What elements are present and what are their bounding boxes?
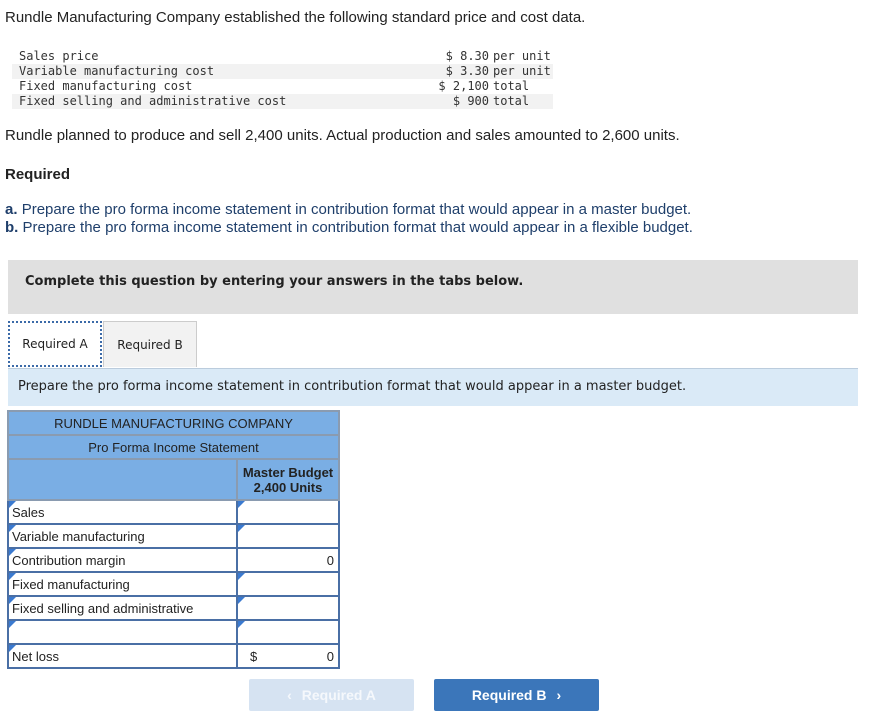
prev-button[interactable]: ‹ Required A [249,679,414,711]
required-parts: a. Prepare the pro forma income statemen… [5,201,693,237]
cost-label: Fixed selling and administrative cost [12,94,362,109]
cost-data-table: Sales price $ 8.30 per unit Variable manuf… [12,49,553,109]
required-heading: Required [5,166,71,183]
row-label-input[interactable]: Sales [7,499,238,525]
row-value-input[interactable] [236,571,340,597]
row-value-input[interactable] [236,619,340,645]
row-value-input[interactable] [236,523,340,549]
table-row: Fixed selling and administrative [7,595,340,621]
row-label-input[interactable]: Fixed selling and administrative [7,595,238,621]
row-label-input[interactable]: Fixed manufacturing [7,571,238,597]
blank-header [7,458,238,501]
cost-row: Sales price $ 8.30 per unit [12,49,553,64]
instruction-bar: Prepare the pro forma income statement i… [8,368,858,406]
tab-required-b[interactable]: Required B [103,321,197,367]
income-statement-table: RUNDLE MANUFACTURING COMPANY Pro Forma I… [7,410,340,669]
part-a: a. Prepare the pro forma income statemen… [5,201,692,218]
next-button[interactable]: Required B › [434,679,599,711]
cost-label: Fixed manufacturing cost [19,79,193,93]
row-label-input[interactable] [7,619,238,645]
part-b: b. Prepare the pro forma income statemen… [5,219,693,236]
row-value-input[interactable] [236,499,340,525]
cost-row: Variable manufacturing cost $ 3.30 per uni… [12,64,553,79]
column-header: Master Budget 2,400 Units [236,458,340,501]
currency-symbol: $ [250,649,258,664]
chevron-right-icon: › [556,687,562,703]
row-label-input[interactable]: Variable manufacturing [7,523,238,549]
row-value-input[interactable] [236,595,340,621]
intro-text: Rundle Manufacturing Company established… [5,9,586,26]
row-label-input[interactable]: Contribution margin [7,547,238,573]
cost-unit: total [493,79,530,93]
cost-unit: total [489,94,553,109]
tab-required-a[interactable]: Required A [8,321,102,367]
table-row [7,619,340,645]
row-label-input[interactable]: Net loss [7,643,238,669]
cost-unit: per unit [489,64,553,79]
statement-title: Pro Forma Income Statement [7,434,340,460]
net-value: $0 [236,643,340,669]
table-row: Contribution margin 0 [7,547,340,573]
cost-unit: per unit [493,49,551,63]
table-row: Sales [7,499,340,525]
table-row: Fixed manufacturing [7,571,340,597]
cost-amount: $ 3.30 [362,64,489,79]
cost-row: Fixed selling and administrative cost $ 9… [12,94,553,109]
plan-text: Rundle planned to produce and sell 2,400… [5,127,680,144]
cost-label: Sales price [19,49,99,63]
complete-banner: Complete this question by entering your … [8,260,858,314]
table-row: Variable manufacturing [7,523,340,549]
cost-row: Fixed manufacturing cost $ 2,100 total [12,79,553,94]
company-name: RUNDLE MANUFACTURING COMPANY [7,410,340,436]
cost-label: Variable manufacturing cost [12,64,362,79]
table-row: Net loss $0 [7,643,340,669]
chevron-left-icon: ‹ [287,687,292,703]
cost-amount: $ 8.30 [445,49,489,63]
cost-amount: $ 2,100 [438,79,489,93]
row-value-computed: 0 [236,547,340,573]
cost-amount: $ 900 [362,94,489,109]
